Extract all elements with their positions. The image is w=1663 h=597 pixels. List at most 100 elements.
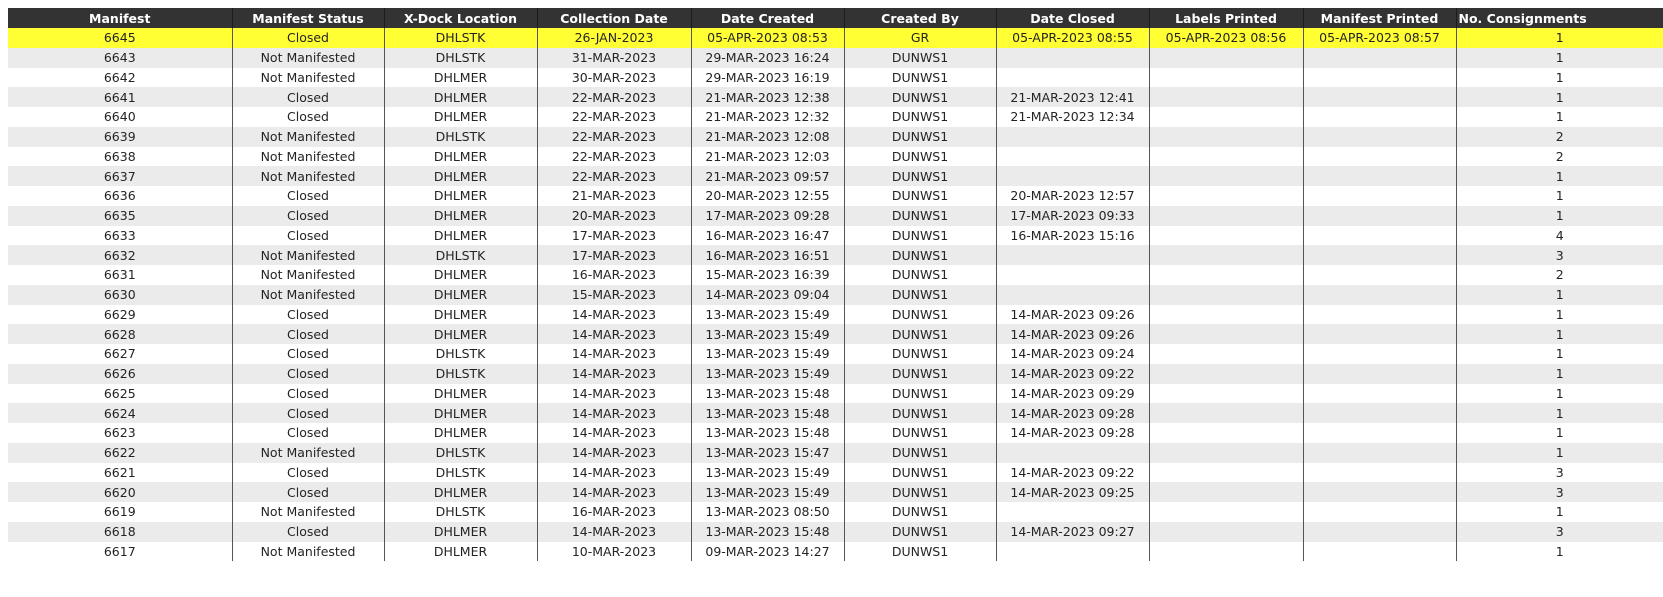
- table-row[interactable]: 6632 Not Manifested DHLSTK 17-MAR-2023 16-MA…: [8, 245, 1663, 265]
- column-header-no-consignments[interactable]: No. Consignments: [1455, 8, 1663, 28]
- manifest-cell: 6638: [8, 146, 232, 167]
- collection-date-cell: 17-MAR-2023: [536, 225, 691, 246]
- table-row[interactable]: 6629 Closed DHLMER 14-MAR-2023 13-MAR-2023 1…: [8, 304, 1663, 325]
- x-dock-location-cell: DHLMER: [383, 324, 537, 344]
- column-header-date-created[interactable]: Date Created: [690, 8, 844, 28]
- table-row[interactable]: 6626 Closed DHLSTK 14-MAR-2023 13-MAR-2023 1…: [8, 363, 1663, 384]
- column-header-manifest-printed[interactable]: Manifest Printed: [1302, 8, 1456, 28]
- manifest-cell: 6643: [8, 47, 232, 68]
- manifest-status-cell: Closed: [231, 344, 384, 364]
- collection-date-cell: 14-MAR-2023: [536, 482, 691, 502]
- no-consignments-cell: 1: [1455, 442, 1663, 463]
- table-row[interactable]: 6637 Not Manifested DHLMER 22-MAR-2023 21-MA…: [8, 166, 1663, 186]
- collection-date-cell: 14-MAR-2023: [536, 521, 691, 542]
- date-closed-cell: [995, 146, 1149, 167]
- x-dock-location-cell: DHLSTK: [383, 126, 537, 147]
- labels-printed-cell: [1148, 344, 1303, 364]
- labels-printed-cell: [1148, 403, 1303, 423]
- date-closed-cell: [995, 47, 1149, 68]
- manifest-cell: 6620: [8, 482, 232, 502]
- table-row[interactable]: 6645 Closed DHLSTK 26-JAN-2023 05-APR-2023 0…: [8, 28, 1663, 48]
- column-header-date-closed[interactable]: Date Closed: [995, 8, 1149, 28]
- table-row[interactable]: 6631 Not Manifested DHLMER 16-MAR-2023 15-MA…: [8, 265, 1663, 285]
- manifest-status-cell: Not Manifested: [231, 502, 384, 522]
- x-dock-location-cell: DHLMER: [383, 225, 537, 246]
- collection-date-cell: 22-MAR-2023: [536, 146, 691, 167]
- column-header-created-by[interactable]: Created By: [843, 8, 996, 28]
- manifest-printed-cell: [1302, 304, 1456, 325]
- no-consignments-cell: 1: [1455, 344, 1663, 364]
- manifest-cell: 6624: [8, 403, 232, 423]
- date-closed-cell: [995, 541, 1149, 562]
- collection-date-cell: 14-MAR-2023: [536, 383, 691, 404]
- table-row[interactable]: 6642 Not Manifested DHLMER 30-MAR-2023 29-MA…: [8, 67, 1663, 88]
- table-row[interactable]: 6621 Closed DHLSTK 14-MAR-2023 13-MAR-2023 1…: [8, 462, 1663, 483]
- collection-date-cell: 16-MAR-2023: [536, 502, 691, 522]
- date-closed-cell: [995, 126, 1149, 147]
- table-row[interactable]: 6624 Closed DHLMER 14-MAR-2023 13-MAR-2023 1…: [8, 403, 1663, 423]
- date-created-cell: 13-MAR-2023 15:48: [690, 423, 844, 443]
- manifest-status-cell: Not Manifested: [231, 166, 384, 186]
- manifest-cell: 6637: [8, 166, 232, 186]
- created-by-cell: DUNWS1: [843, 245, 996, 265]
- column-header-manifest-status[interactable]: Manifest Status: [231, 8, 384, 28]
- column-header-manifest[interactable]: Manifest: [8, 8, 232, 28]
- labels-printed-cell: [1148, 166, 1303, 186]
- no-consignments-cell: 1: [1455, 67, 1663, 88]
- no-consignments-cell: 3: [1455, 482, 1663, 502]
- no-consignments-cell: 1: [1455, 304, 1663, 325]
- column-header-collection-date[interactable]: Collection Date: [536, 8, 691, 28]
- created-by-cell: DUNWS1: [843, 324, 996, 344]
- date-closed-cell: 14-MAR-2023 09:28: [995, 403, 1149, 423]
- created-by-cell: DUNWS1: [843, 67, 996, 88]
- column-header-labels-printed[interactable]: Labels Printed: [1148, 8, 1303, 28]
- no-consignments-cell: 1: [1455, 423, 1663, 443]
- collection-date-cell: 14-MAR-2023: [536, 363, 691, 384]
- collection-date-cell: 31-MAR-2023: [536, 47, 691, 68]
- table-row[interactable]: 6635 Closed DHLMER 20-MAR-2023 17-MAR-2023 0…: [8, 205, 1663, 226]
- manifest-cell: 6631: [8, 265, 232, 285]
- created-by-cell: DUNWS1: [843, 502, 996, 522]
- labels-printed-cell: [1148, 462, 1303, 483]
- table-row[interactable]: 6643 Not Manifested DHLSTK 31-MAR-2023 29-MA…: [8, 47, 1663, 68]
- table-row[interactable]: 6638 Not Manifested DHLMER 22-MAR-2023 21-MA…: [8, 146, 1663, 167]
- table-row[interactable]: 6617 Not Manifested DHLMER 10-MAR-2023 09-MA…: [8, 541, 1663, 562]
- table-row[interactable]: 6628 Closed DHLMER 14-MAR-2023 13-MAR-2023 1…: [8, 324, 1663, 344]
- collection-date-cell: 14-MAR-2023: [536, 423, 691, 443]
- created-by-cell: DUNWS1: [843, 521, 996, 542]
- manifest-printed-cell: [1302, 126, 1456, 147]
- date-closed-cell: [995, 284, 1149, 305]
- date-closed-cell: [995, 265, 1149, 285]
- manifest-status-cell: Not Manifested: [231, 265, 384, 285]
- table-row[interactable]: 6623 Closed DHLMER 14-MAR-2023 13-MAR-2023 1…: [8, 423, 1663, 443]
- manifest-cell: 6618: [8, 521, 232, 542]
- labels-printed-cell: [1148, 87, 1303, 107]
- table-row[interactable]: 6622 Not Manifested DHLSTK 14-MAR-2023 13-MA…: [8, 442, 1663, 463]
- manifest-printed-cell: [1302, 541, 1456, 562]
- date-closed-cell: [995, 442, 1149, 463]
- date-created-cell: 16-MAR-2023 16:51: [690, 245, 844, 265]
- manifest-printed-cell: [1302, 166, 1456, 186]
- x-dock-location-cell: DHLMER: [383, 265, 537, 285]
- table-row[interactable]: 6639 Not Manifested DHLSTK 22-MAR-2023 21-MA…: [8, 126, 1663, 147]
- table-row[interactable]: 6640 Closed DHLMER 22-MAR-2023 21-MAR-2023 1…: [8, 107, 1663, 127]
- date-created-cell: 13-MAR-2023 15:48: [690, 403, 844, 423]
- table-row[interactable]: 6633 Closed DHLMER 17-MAR-2023 16-MAR-2023 1…: [8, 225, 1663, 246]
- table-row[interactable]: 6636 Closed DHLMER 21-MAR-2023 20-MAR-2023 1…: [8, 186, 1663, 206]
- manifest-printed-cell: [1302, 186, 1456, 206]
- column-header-x-dock-location[interactable]: X-Dock Location: [383, 8, 537, 28]
- labels-printed-cell: [1148, 324, 1303, 344]
- table-row[interactable]: 6630 Not Manifested DHLMER 15-MAR-2023 14-MA…: [8, 284, 1663, 305]
- table-row[interactable]: 6641 Closed DHLMER 22-MAR-2023 21-MAR-2023 1…: [8, 87, 1663, 107]
- date-created-cell: 21-MAR-2023 09:57: [690, 166, 844, 186]
- table-body: 6645 Closed DHLSTK 26-JAN-2023 05-APR-2023 0…: [8, 28, 1663, 562]
- table-row[interactable]: 6627 Closed DHLSTK 14-MAR-2023 13-MAR-2023 1…: [8, 344, 1663, 364]
- x-dock-location-cell: DHLSTK: [383, 28, 537, 48]
- table-row[interactable]: 6620 Closed DHLMER 14-MAR-2023 13-MAR-2023 1…: [8, 482, 1663, 502]
- table-row[interactable]: 6625 Closed DHLMER 14-MAR-2023 13-MAR-2023 1…: [8, 383, 1663, 404]
- created-by-cell: DUNWS1: [843, 304, 996, 325]
- table-row[interactable]: 6619 Not Manifested DHLSTK 16-MAR-2023 13-MA…: [8, 502, 1663, 522]
- table-row[interactable]: 6618 Closed DHLMER 14-MAR-2023 13-MAR-2023 1…: [8, 521, 1663, 542]
- manifest-status-cell: Closed: [231, 225, 384, 246]
- x-dock-location-cell: DHLSTK: [383, 363, 537, 384]
